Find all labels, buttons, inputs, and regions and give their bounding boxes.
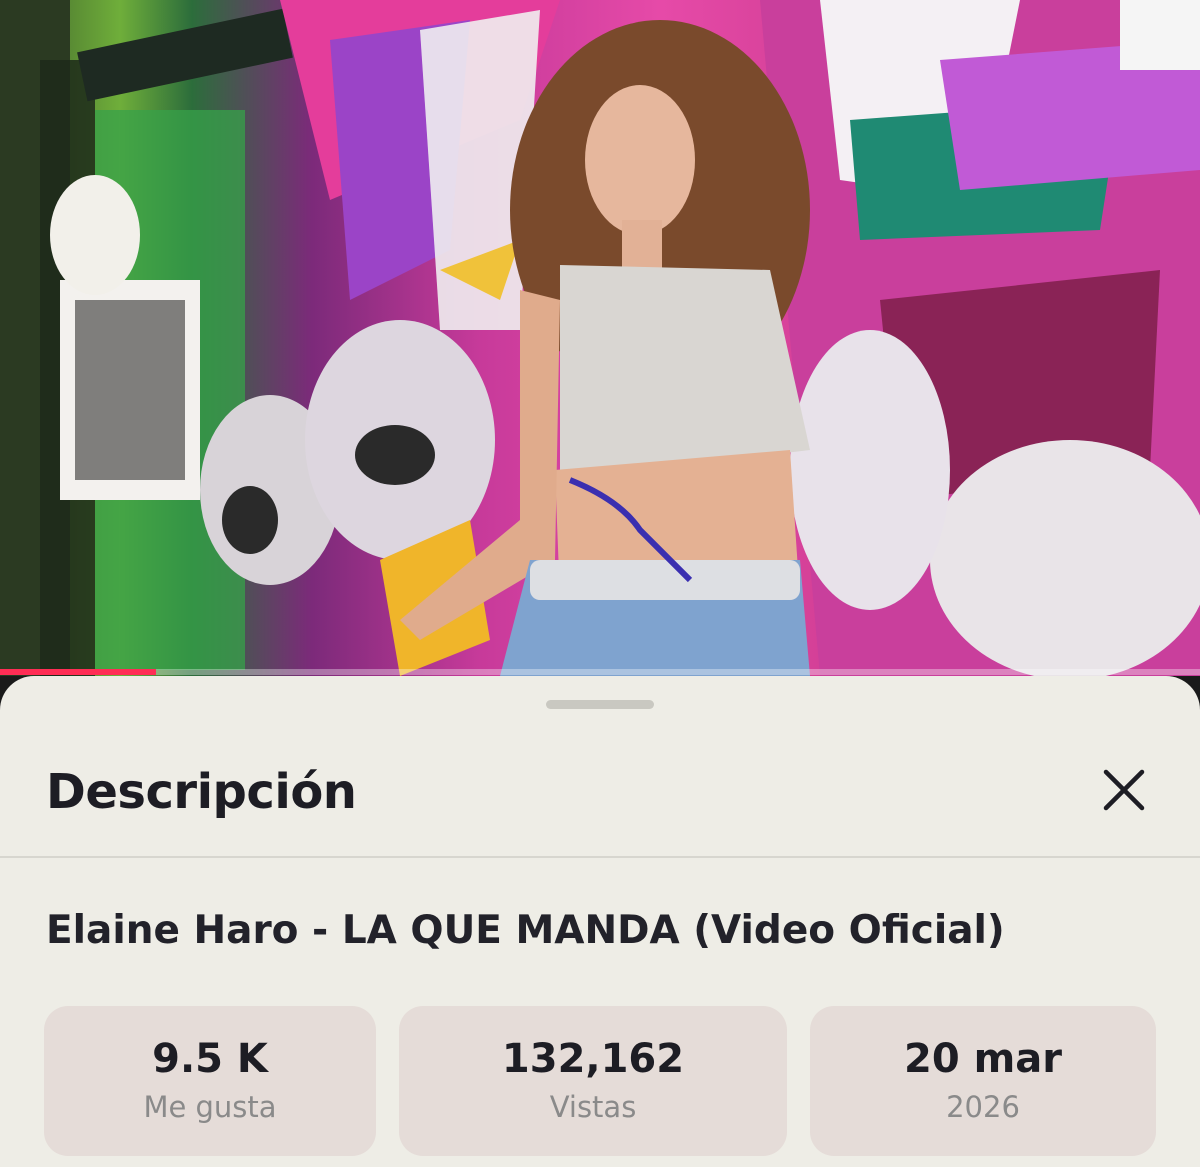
video-progress-fill [0,669,156,675]
video-title: Elaine Haro - LA QUE MANDA (Video Oficia… [46,908,1005,953]
close-icon [1103,769,1145,811]
app-screen: Descripción Elaine Haro - LA QUE MANDA (… [0,0,1200,1167]
likes-value: 9.5 K [152,1036,268,1082]
views-label: Vistas [549,1090,637,1124]
views-value: 132,162 [501,1036,685,1082]
likes-label: Me gusta [143,1090,277,1124]
video-player[interactable] [0,0,1200,676]
description-sheet: Descripción Elaine Haro - LA QUE MANDA (… [0,676,1200,1167]
sheet-grabber[interactable] [546,700,654,709]
sheet-title: Descripción [46,764,357,820]
date-value: 20 mar [904,1036,1062,1082]
stat-date: 20 mar 2026 [810,1006,1156,1156]
date-year: 2026 [946,1090,1020,1124]
sheet-header: Descripción [0,736,1200,858]
stats-row: 9.5 K Me gusta 132,162 Vistas 20 mar 202… [44,1006,1156,1156]
stat-likes: 9.5 K Me gusta [44,1006,376,1156]
video-frame-graphic [0,0,1200,676]
video-progress-track[interactable] [0,669,1200,675]
stat-views: 132,162 Vistas [399,1006,787,1156]
close-button[interactable] [1094,760,1154,820]
